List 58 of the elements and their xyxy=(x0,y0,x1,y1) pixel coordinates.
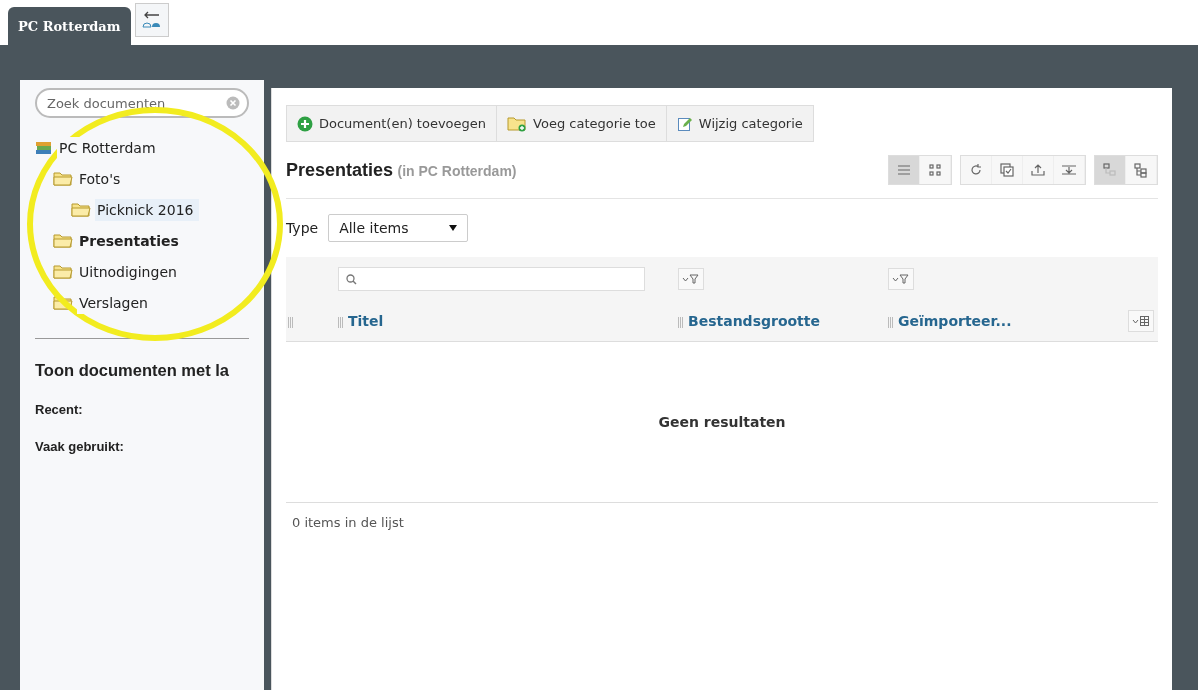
column-header[interactable]: Titel xyxy=(348,313,384,329)
tree-view-icon xyxy=(1133,162,1149,178)
page-subtitle: (in PC Rotterdam) xyxy=(397,162,517,179)
dropdown-arrow-icon xyxy=(449,225,458,231)
filter-icon xyxy=(892,274,910,284)
column-header[interactable]: Bestandsgrootte xyxy=(688,313,820,329)
action-button[interactable] xyxy=(992,156,1023,184)
plus-icon xyxy=(297,115,313,132)
books-icon xyxy=(35,139,53,156)
search-icon xyxy=(346,274,357,285)
upload-icon xyxy=(1030,162,1046,178)
tree-view-icon xyxy=(1102,162,1118,178)
back-button[interactable] xyxy=(134,3,169,37)
columns-icon xyxy=(1132,316,1150,326)
back-arrow-icon xyxy=(140,10,163,30)
column-filter-button[interactable] xyxy=(888,268,914,290)
item-count: 0 items in de lijst xyxy=(292,515,404,530)
action-button[interactable] xyxy=(1023,156,1054,184)
collapse-icon xyxy=(1061,162,1077,178)
type-label: Type xyxy=(286,220,319,236)
edit-icon xyxy=(676,115,693,132)
filter-icon xyxy=(682,274,700,284)
page-title: Presentaties xyxy=(286,159,394,180)
grip-icon[interactable] xyxy=(888,316,894,328)
view-button[interactable] xyxy=(889,156,920,184)
refresh-icon xyxy=(968,162,984,178)
section-label: Recent: xyxy=(35,402,84,417)
grip-icon[interactable] xyxy=(678,316,684,328)
search-field[interactable]: Zoek documenten xyxy=(35,88,249,118)
toolbar-button[interactable]: Document(en) toevoegen xyxy=(287,106,498,141)
action-button[interactable] xyxy=(961,156,992,184)
clear-icon xyxy=(226,96,240,110)
tree-view-button[interactable] xyxy=(1126,156,1157,184)
action-button[interactable] xyxy=(1054,156,1085,184)
list-icon xyxy=(896,162,912,178)
column-header[interactable]: Geïmporteer... xyxy=(898,313,1012,329)
toolbar-button[interactable]: Wijzig categorie xyxy=(666,106,813,141)
tree-item[interactable]: Picknick 2016 xyxy=(95,198,200,221)
folder-icon xyxy=(71,202,91,217)
section-label: Vaak gebruikt: xyxy=(35,439,125,454)
empty-message: Geen resultaten xyxy=(658,414,786,430)
folder-plus-icon xyxy=(507,115,528,132)
tree-view-button[interactable] xyxy=(1095,156,1126,184)
tab[interactable]: PC Rotterdam xyxy=(8,7,131,45)
grip-icon[interactable] xyxy=(288,316,294,328)
view-button[interactable] xyxy=(920,156,951,184)
folder-icon xyxy=(53,233,73,248)
column-chooser-button[interactable] xyxy=(1128,310,1154,332)
grid-icon xyxy=(927,162,943,178)
type-dropdown[interactable]: Alle items xyxy=(328,214,469,242)
column-filter-button[interactable] xyxy=(678,268,704,290)
check-pages-icon xyxy=(999,162,1015,178)
folder-icon xyxy=(53,171,73,186)
column-search-field[interactable] xyxy=(338,267,645,291)
section-title: Toon documenten met la xyxy=(35,361,231,380)
toolbar-button[interactable]: Voeg categorie toe xyxy=(497,106,667,141)
folder-icon xyxy=(53,264,73,279)
grip-icon[interactable] xyxy=(338,316,344,328)
